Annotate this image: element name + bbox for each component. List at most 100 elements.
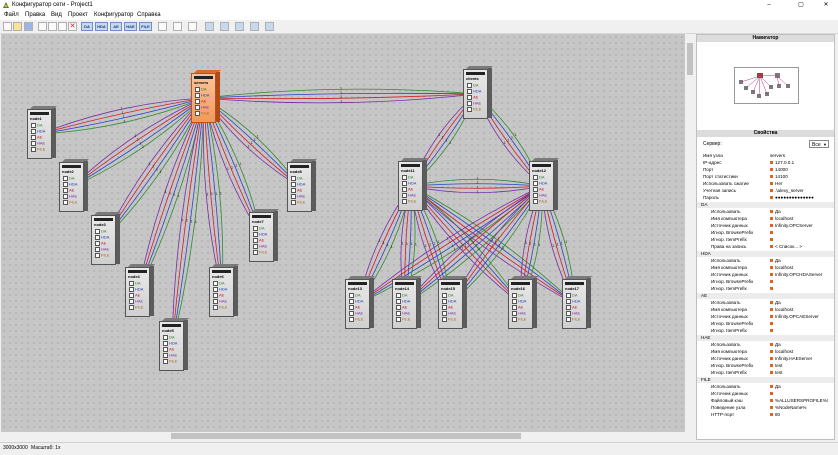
property-value[interactable]	[770, 328, 834, 334]
node-service-hae[interactable]: HAE	[396, 311, 410, 316]
property-row[interactable]: Источник данных Infinity.OPCServer	[697, 223, 834, 229]
node-service-da[interactable]: DA	[95, 229, 107, 234]
node-service-ae[interactable]: AE	[349, 305, 360, 310]
node-service-ae[interactable]: AE	[291, 188, 302, 193]
node-service-file[interactable]: FILE	[442, 317, 456, 322]
property-row[interactable]: Источник данных Infinity.HAEServer	[697, 356, 834, 362]
server-node-node4[interactable]: node4 DA HDA AE HAE FILE	[125, 264, 155, 317]
node-service-da[interactable]: DA	[291, 176, 303, 181]
delete-icon[interactable]: ✕	[68, 22, 77, 31]
menu-view[interactable]: Вид	[51, 11, 62, 19]
node-service-hda[interactable]: HDA	[467, 89, 481, 94]
property-group-da[interactable]: DA	[697, 202, 834, 208]
node-service-hae[interactable]: HAE	[467, 101, 481, 106]
server-node-node16[interactable]: node16 DA HDA AE HAE FILE	[508, 276, 538, 329]
arrange-icon[interactable]	[235, 22, 244, 31]
server-node-node5[interactable]: node5 DA HDA AE HAE FILE	[159, 318, 189, 371]
vertical-scrollbar[interactable]	[686, 34, 694, 432]
node-service-file[interactable]: FILE	[467, 107, 481, 112]
property-row[interactable]: Источник данных Infinity.OPCAEServer	[697, 314, 834, 320]
node-service-hda[interactable]: HDA	[533, 181, 547, 186]
horizontal-scroll-thumb[interactable]	[171, 433, 521, 439]
property-value[interactable]: Да	[770, 258, 834, 264]
property-row[interactable]: Поведение узла %NodeName%	[697, 405, 834, 411]
cut-icon[interactable]	[38, 22, 47, 31]
property-value[interactable]: test	[770, 370, 834, 376]
copy-icon[interactable]	[48, 22, 57, 31]
server-type-hda-button[interactable]: HDA	[95, 22, 108, 31]
node-service-ae[interactable]: AE	[512, 305, 523, 310]
menu-file[interactable]: Файл	[4, 11, 19, 19]
property-row[interactable]: Имя узла servers	[697, 153, 834, 159]
property-row[interactable]: Игнор. BrowsePrefix	[697, 321, 834, 327]
node-service-hae[interactable]: HAE	[442, 311, 456, 316]
node-service-hae[interactable]: HAE	[195, 105, 209, 110]
property-row[interactable]: Использовать Да	[697, 342, 834, 348]
property-row[interactable]: Игнор. ItemPrefix	[697, 328, 834, 334]
property-value[interactable]: Да	[770, 342, 834, 348]
property-value[interactable]: localhost	[770, 216, 834, 222]
node-service-hae[interactable]: HAE	[566, 311, 580, 316]
node-service-ae[interactable]: AE	[533, 187, 544, 192]
property-value[interactable]: Да	[770, 300, 834, 306]
property-row[interactable]: Файловый кэш %ALLUSERSPROFILE%\	[697, 398, 834, 404]
node-service-file[interactable]: FILE	[291, 200, 305, 205]
node-service-hae[interactable]: HAE	[402, 193, 416, 198]
server-node-node12[interactable]: node12 DA HDA AE HAE FILE	[529, 158, 559, 211]
property-row[interactable]: Использовать Да	[697, 384, 834, 390]
property-row[interactable]: Использовать Да	[697, 209, 834, 215]
node-service-da[interactable]: DA	[533, 175, 545, 180]
property-row[interactable]: Имя компьютера localhost	[697, 265, 834, 271]
node-service-ae[interactable]: AE	[31, 135, 42, 140]
property-value[interactable]: .\alexy_server	[770, 188, 834, 194]
network-diagram-canvas[interactable]: 1111111111111111111111111111111111111111…	[1, 34, 685, 432]
node-service-hae[interactable]: HAE	[512, 311, 526, 316]
property-row[interactable]: Игнор. ItemPrefix test	[697, 370, 834, 376]
node-service-ae[interactable]: AE	[402, 187, 413, 192]
node-service-ae[interactable]: AE	[396, 305, 407, 310]
node-service-hda[interactable]: HDA	[566, 299, 580, 304]
property-row[interactable]: Пароль ●●●●●●●●●●●●●●	[697, 195, 834, 201]
node-service-ae[interactable]: AE	[163, 347, 174, 352]
node-service-file[interactable]: FILE	[402, 199, 416, 204]
property-value[interactable]: test	[770, 363, 834, 369]
node-service-hda[interactable]: HDA	[195, 93, 209, 98]
property-value[interactable]	[770, 279, 834, 285]
node-service-da[interactable]: DA	[213, 281, 225, 286]
property-value[interactable]: 80	[770, 412, 834, 418]
maximize-button[interactable]: ▢	[790, 0, 812, 10]
node-service-file[interactable]: FILE	[31, 147, 45, 152]
node-service-ae[interactable]: AE	[253, 238, 264, 243]
server-node-node3[interactable]: node3 DA HDA AE HAE FILE	[91, 212, 121, 265]
node-service-da[interactable]: DA	[566, 293, 578, 298]
property-value[interactable]: Да	[770, 384, 834, 390]
align-top-icon[interactable]	[220, 22, 229, 31]
tree-icon[interactable]	[265, 22, 274, 31]
connect-icon[interactable]	[188, 22, 197, 31]
property-row[interactable]: Источник данных Infinity.OPCHDAServer	[697, 272, 834, 278]
paste-icon[interactable]	[58, 22, 67, 31]
node-service-da[interactable]: DA	[129, 281, 141, 286]
node-service-da[interactable]: DA	[396, 293, 408, 298]
property-group-hae[interactable]: HAE	[697, 335, 834, 341]
node-service-hae[interactable]: HAE	[253, 244, 267, 249]
node-service-hae[interactable]: HAE	[533, 193, 547, 198]
auto-layout-icon[interactable]	[250, 22, 259, 31]
property-row[interactable]: Игнор. BrowsePrefix test	[697, 363, 834, 369]
node-service-hda[interactable]: HDA	[291, 182, 305, 187]
property-row[interactable]: HTTP-порт 80	[697, 412, 834, 418]
property-value[interactable]: Infinity.HAEServer	[770, 356, 834, 362]
property-value[interactable]	[770, 286, 834, 292]
node-service-ae[interactable]: AE	[467, 95, 478, 100]
node-service-da[interactable]: DA	[467, 83, 479, 88]
server-node-node17[interactable]: node17 DA HDA AE HAE FILE	[562, 276, 592, 329]
node-service-file[interactable]: FILE	[213, 305, 227, 310]
save-icon[interactable]	[24, 22, 33, 31]
node-service-file[interactable]: FILE	[95, 253, 109, 258]
property-value[interactable]: Нет	[770, 181, 834, 187]
node-service-hda[interactable]: HDA	[253, 232, 267, 237]
node-service-hae[interactable]: HAE	[63, 194, 77, 199]
property-row[interactable]: Игнор. BrowsePrefix	[697, 279, 834, 285]
property-row[interactable]: Источник данных	[697, 391, 834, 397]
open-icon[interactable]	[13, 22, 22, 31]
